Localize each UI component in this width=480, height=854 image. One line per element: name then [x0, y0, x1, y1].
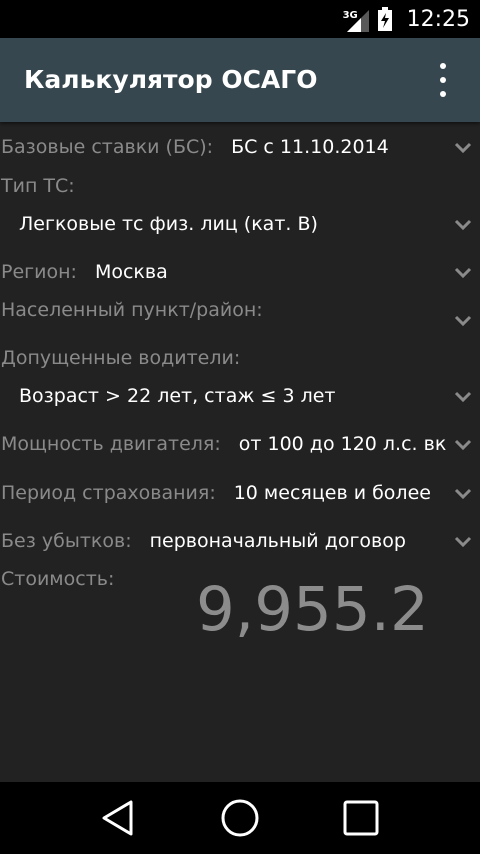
drivers-spinner[interactable]: Возраст > 22 лет, стаж ≤ 3 лет — [0, 374, 480, 418]
insurance-period-spinner[interactable]: Период страхования: 10 месяцев и более — [0, 471, 480, 515]
base-rates-label: Базовые ставки (БС): — [1, 136, 214, 158]
home-circle-icon[interactable] — [220, 798, 260, 838]
clock: 12:25 — [406, 6, 470, 32]
base-rates-value: БС с 11.10.2014 — [231, 136, 389, 158]
region-label: Регион: — [1, 261, 77, 283]
no-claims-spinner[interactable]: Без убытков: первоначальный договор — [0, 519, 480, 563]
chevron-down-icon — [454, 311, 472, 329]
vehicle-type-spinner[interactable]: Легковые тс физ. лиц (кат. В) — [0, 202, 480, 246]
drivers-label: Допущенные водители: — [1, 347, 241, 369]
chevron-down-icon — [454, 484, 472, 502]
no-claims-value: первоначальный договор — [149, 530, 406, 552]
recents-square-icon[interactable] — [341, 798, 381, 838]
vehicle-type-label: Тип ТС: — [1, 175, 75, 197]
app-bar: Калькулятор ОСАГО — [0, 38, 480, 122]
signal-icon: 3G — [343, 6, 369, 32]
insurance-period-label: Период страхования: — [1, 482, 216, 504]
chevron-down-icon — [454, 532, 472, 550]
status-icons: 3G 12:25 — [343, 0, 470, 38]
drivers-value: Возраст > 22 лет, стаж ≤ 3 лет — [19, 385, 336, 407]
chevron-down-icon — [454, 138, 472, 156]
cost-label: Стоимость: — [1, 568, 115, 590]
app-title: Калькулятор ОСАГО — [24, 65, 318, 94]
chevron-down-icon — [454, 387, 472, 405]
battery-icon — [377, 7, 393, 31]
vehicle-type-value: Легковые тс физ. лиц (кат. В) — [19, 213, 318, 235]
chevron-down-icon — [454, 215, 472, 233]
engine-power-value: от 100 до 120 л.с. вк — [238, 433, 447, 455]
back-triangle-icon[interactable] — [98, 798, 138, 838]
status-bar: 3G 12:25 — [0, 0, 480, 38]
network-type-label: 3G — [342, 10, 358, 21]
region-value: Москва — [94, 261, 168, 283]
chevron-down-icon — [454, 435, 472, 453]
cost-value: 9,955.2 — [196, 574, 429, 645]
engine-power-spinner[interactable]: Мощность двигателя: от 100 до 120 л.с. в… — [0, 422, 480, 466]
insurance-period-value: 10 месяцев и более — [233, 482, 431, 504]
chevron-down-icon — [454, 263, 472, 281]
calculator-form: Базовые ставки (БС): БС с 11.10.2014 Тип… — [0, 122, 480, 782]
base-rates-spinner[interactable]: Базовые ставки (БС): БС с 11.10.2014 — [0, 125, 480, 169]
navigation-bar — [0, 782, 480, 854]
no-claims-label: Без убытков: — [1, 530, 132, 552]
more-vert-icon[interactable] — [428, 63, 458, 97]
engine-power-label: Мощность двигателя: — [1, 433, 221, 455]
